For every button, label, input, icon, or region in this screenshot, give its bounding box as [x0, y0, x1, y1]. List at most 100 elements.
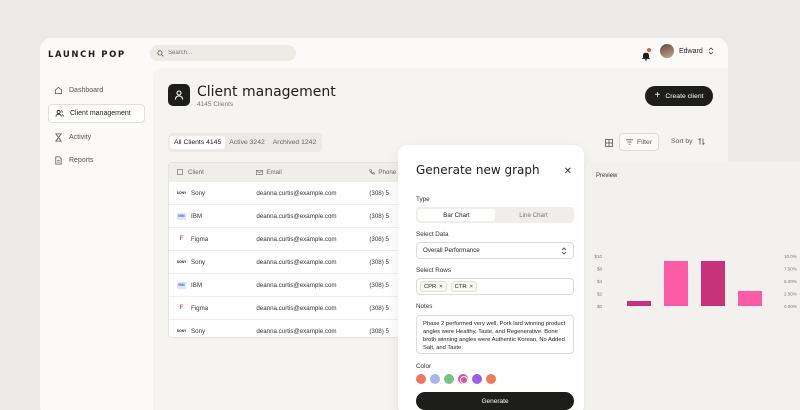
- client-logo-icon: F: [179, 305, 184, 311]
- clients-table: Client Email Phone SONY Sony deanna.curtis…: [168, 162, 408, 338]
- y-tick-label: $2: [597, 292, 603, 297]
- email-cell: deanna.curtis@example.com: [256, 189, 337, 197]
- color-swatch[interactable]: [416, 374, 426, 384]
- line-chart-option[interactable]: Line Chart: [495, 209, 572, 221]
- tab-archived[interactable]: Archived 1242: [269, 136, 320, 149]
- table-row[interactable]: SONY Sony deanna.curtis@example.com (308) 5: [169, 181, 407, 204]
- search-icon: [157, 49, 164, 57]
- color-swatch[interactable]: [486, 374, 496, 384]
- tab-active[interactable]: Active 3242: [225, 136, 269, 149]
- notes-label: Notes: [416, 303, 433, 310]
- search-input[interactable]: [168, 50, 288, 56]
- column-header-email[interactable]: Email: [256, 169, 369, 176]
- user-menu[interactable]: Edward: [660, 44, 714, 58]
- chart-bar[interactable]: [701, 261, 725, 306]
- generate-button[interactable]: Generate: [416, 392, 574, 410]
- notifications-button[interactable]: [641, 48, 651, 61]
- client-cell: F Figma: [169, 236, 256, 243]
- remove-chip-icon[interactable]: ×: [470, 284, 473, 290]
- client-tabs: All Clients 4145 Active 3242 Archived 12…: [168, 133, 323, 152]
- sidebar-item-client-management[interactable]: Client management: [48, 104, 145, 123]
- email-cell: deanna.curtis@example.com: [256, 258, 337, 266]
- select-data-label: Select Data: [416, 231, 449, 238]
- email-cell: deanna.curtis@example.com: [256, 304, 337, 312]
- table-row[interactable]: SONY Sony deanna.curtis@example.com (308) 5: [169, 250, 407, 273]
- client-name: Figma: [191, 235, 209, 243]
- select-data-dropdown[interactable]: Overall Performance: [416, 242, 574, 259]
- table-row[interactable]: IBM IBM deanna.curtis@example.com (308) 5: [169, 273, 407, 296]
- client-name: IBM: [191, 281, 203, 289]
- avatar: [660, 44, 674, 58]
- create-client-button[interactable]: + Create client: [645, 86, 713, 106]
- table-row[interactable]: IBM IBM deanna.curtis@example.com (308) 5: [169, 204, 407, 227]
- create-client-label: Create client: [665, 92, 704, 100]
- color-swatch[interactable]: [430, 374, 440, 384]
- bar-chart-option[interactable]: Bar Chart: [418, 209, 495, 221]
- email-cell: deanna.curtis@example.com: [256, 212, 337, 220]
- app-logo: LAUNCH POP: [48, 50, 126, 60]
- chart-bar[interactable]: [738, 291, 762, 306]
- y2-tick-label: 2.50%: [784, 292, 797, 297]
- generate-graph-modal: Generate new graph ✕ Type Bar Chart Line…: [398, 145, 584, 410]
- table-row[interactable]: SONY Sony deanna.curtis@example.com (308) 5: [169, 319, 407, 337]
- table-row[interactable]: F Figma deanna.curtis@example.com (308) 5: [169, 227, 407, 250]
- row-chip-ctr: CTR ×: [450, 281, 477, 292]
- y2-tick-label: 0.00%: [784, 304, 797, 309]
- column-header-client[interactable]: Client: [169, 169, 256, 176]
- bell-icon: [642, 52, 650, 61]
- page-icon: [168, 84, 190, 106]
- sort-icon: [697, 138, 705, 145]
- page-title: Client management: [197, 84, 336, 100]
- building-icon: [177, 169, 183, 175]
- email-cell: deanna.curtis@example.com: [256, 281, 337, 289]
- sidebar-item-reports[interactable]: Reports: [48, 151, 145, 170]
- grid-view-button[interactable]: [605, 134, 617, 147]
- remove-chip-icon[interactable]: ×: [439, 284, 442, 290]
- close-icon[interactable]: ✕: [564, 166, 572, 177]
- tab-all-clients[interactable]: All Clients 4145: [170, 136, 226, 149]
- client-name: Sony: [191, 327, 206, 335]
- email-cell: deanna.curtis@example.com: [256, 235, 337, 243]
- color-swatch[interactable]: [472, 374, 482, 384]
- sidebar-item-label: Reports: [69, 157, 94, 164]
- chevron-updown-icon: [561, 246, 567, 255]
- phone-icon: [369, 169, 376, 175]
- search-bar[interactable]: [150, 45, 296, 61]
- notes-textarea[interactable]: Phase 2 performed very well. Pork lard w…: [416, 315, 574, 354]
- chart-type-toggle: Bar Chart Line Chart: [416, 207, 574, 223]
- sidebar-item-activity[interactable]: Activity: [48, 128, 145, 147]
- page-subtitle: 4145 Clients: [197, 101, 234, 108]
- table-header: Client Email Phone: [169, 163, 407, 181]
- sort-button[interactable]: Sort by: [671, 138, 705, 145]
- chart-bar[interactable]: [664, 261, 688, 306]
- home-icon: [54, 86, 63, 95]
- y2-tick-label: 7.50%: [784, 267, 797, 272]
- chip-label: CTR: [454, 283, 467, 290]
- y-tick-label: $4: [597, 279, 603, 284]
- column-label: Client: [188, 168, 204, 176]
- y-tick-label: $10: [594, 254, 602, 259]
- sidebar-item-label: Activity: [69, 134, 92, 141]
- chart-bar[interactable]: [627, 301, 651, 306]
- color-swatch[interactable]: [458, 374, 468, 384]
- filter-button[interactable]: Filter: [619, 133, 659, 151]
- column-label: Email: [266, 168, 282, 176]
- filter-label: Filter: [636, 138, 653, 146]
- generate-label: Generate: [481, 397, 509, 405]
- client-logo-icon: SONY: [176, 191, 187, 195]
- sidebar-item-dashboard[interactable]: Dashboard: [48, 81, 145, 100]
- client-name: Figma: [191, 304, 209, 312]
- client-logo-icon: F: [179, 236, 184, 242]
- type-label: Type: [416, 196, 430, 203]
- sort-label: Sort by: [671, 138, 693, 145]
- color-swatch[interactable]: [444, 374, 454, 384]
- preview-title: Preview: [596, 173, 618, 179]
- table-row[interactable]: F Figma deanna.curtis@example.com (308) 5: [169, 296, 407, 319]
- y2-tick-label: 10.0%: [784, 254, 797, 259]
- select-rows-field[interactable]: CPR × CTR ×: [416, 278, 574, 295]
- y-tick-label: $0: [597, 304, 603, 309]
- modal-title: Generate new graph: [416, 163, 540, 177]
- document-icon: [55, 156, 62, 165]
- preview-chart: $10 $8 $4 $2 $0 10.0% 7.50% 5.00% 2.50% 0.00%: [594, 254, 797, 309]
- color-label: Color: [416, 363, 432, 370]
